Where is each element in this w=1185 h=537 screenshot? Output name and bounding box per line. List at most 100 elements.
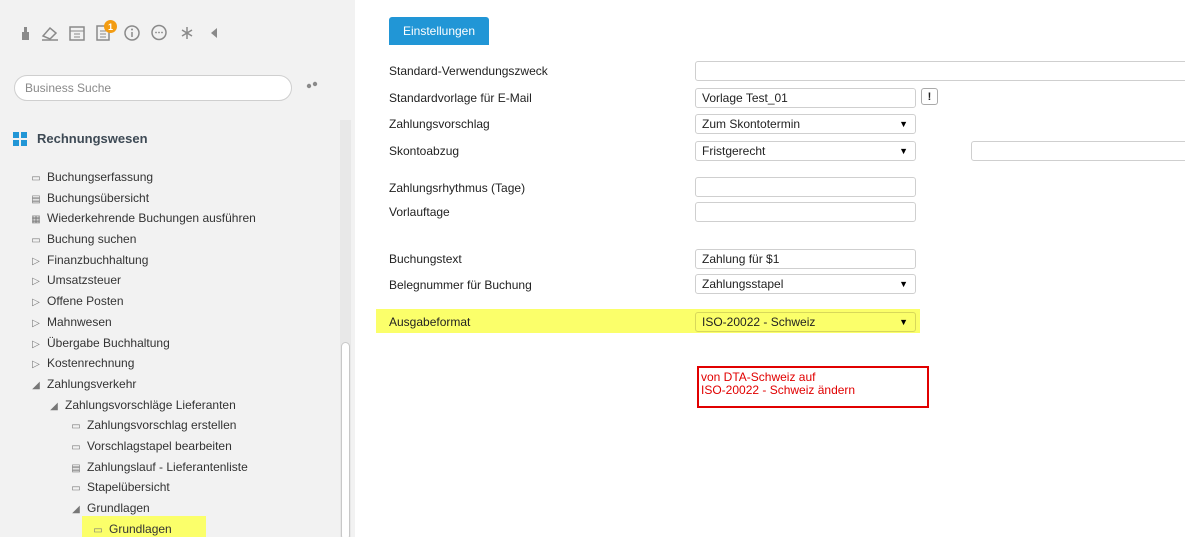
sidebar-item[interactable]: ▭ Buchung suchen xyxy=(0,229,340,250)
expand-icon: ▷ xyxy=(32,255,40,267)
collapse-icon[interactable] xyxy=(203,22,225,44)
label-skontoabzug: Skontoabzug xyxy=(389,144,460,158)
window-icon: ▭ xyxy=(31,235,41,247)
sidebar-item[interactable]: ◢ Zahlungsverkehr xyxy=(0,374,340,395)
sidebar-item-label: Finanzbuchhaltung xyxy=(47,252,149,267)
sidebar-item[interactable]: ▭ Stapelübersicht xyxy=(0,477,340,498)
sidebar-item[interactable]: ▷ Kostenrechnung xyxy=(0,353,340,374)
expand-icon: ▷ xyxy=(32,276,40,288)
belegnummer-select[interactable]: Zahlungsstapel ▼ xyxy=(695,274,916,294)
sidebar-item[interactable]: ▦ Wiederkehrende Buchungen ausführen xyxy=(0,208,340,229)
tab-label: Einstellungen xyxy=(402,24,476,38)
asterisk-icon[interactable] xyxy=(176,22,198,44)
chat-icon[interactable] xyxy=(148,22,170,44)
expand-icon: ▷ xyxy=(32,359,40,371)
tab-einstellungen[interactable]: Einstellungen xyxy=(389,17,489,45)
vorlauftage-field[interactable] xyxy=(695,202,916,222)
search-options-icon[interactable] xyxy=(305,80,319,90)
skontoabzug-value: Fristgerecht xyxy=(702,144,766,158)
sidebar-item[interactable]: ▭ Grundlagen xyxy=(0,519,340,537)
zahlungsvorschlag-value: Zum Skontotermin xyxy=(702,117,801,131)
calendar-icon[interactable] xyxy=(66,22,88,44)
label-vorlage-email: Standardvorlage für E-Mail xyxy=(389,91,532,105)
annotation-note: von DTA-Schweiz auf ISO-20022 - Schweiz … xyxy=(697,366,929,408)
label-ausgabeformat: Ausgabeformat xyxy=(389,315,471,329)
collapse-triangle-icon: ◢ xyxy=(72,504,80,515)
rhythmus-field[interactable] xyxy=(695,177,916,197)
window-icon: ▭ xyxy=(71,483,81,495)
search-wrapper xyxy=(14,75,292,101)
window-icon: ▭ xyxy=(31,173,41,184)
annotation-line-2: ISO-20022 - Schweiz ändern xyxy=(701,383,856,397)
sidebar-item[interactable]: ◢ Zahlungsvorschläge Lieferanten xyxy=(0,395,340,416)
tasks-icon[interactable]: 1 xyxy=(93,20,117,44)
sidebar-item[interactable]: ▷ Übergabe Buchhaltung xyxy=(0,333,340,354)
sidebar-item-label: Zahlungsverkehr xyxy=(47,376,137,391)
thumb-icon[interactable] xyxy=(15,22,37,44)
zahlungsvorschlag-select[interactable]: Zum Skontotermin ▼ xyxy=(695,114,916,134)
info-icon[interactable] xyxy=(121,22,143,44)
sidebar-item[interactable]: ▷ Umsatzsteuer xyxy=(0,270,340,291)
sidebar-item[interactable]: ▤ Zahlungslauf - Lieferantenliste xyxy=(0,457,340,478)
notification-badge: 1 xyxy=(104,20,117,33)
sidebar-item[interactable]: ▷ Finanzbuchhaltung xyxy=(0,250,340,271)
section-header[interactable]: Rechnungswesen xyxy=(13,131,148,146)
sidebar-item-label: Offene Posten xyxy=(47,294,124,309)
window-icon: ▭ xyxy=(71,421,81,433)
expand-icon: ▷ xyxy=(32,317,40,329)
sidebar-item[interactable]: ◢ Grundlagen xyxy=(0,498,340,519)
expand-icon: ▷ xyxy=(32,297,40,309)
print-icon: ▤ xyxy=(71,462,81,474)
sidebar-item[interactable]: ▭ Buchungserfassung xyxy=(0,167,340,188)
sidebar-item[interactable]: ▭ Zahlungsvorschlag erstellen xyxy=(0,415,340,436)
business-search-input[interactable] xyxy=(14,75,292,101)
print-icon: ▤ xyxy=(31,193,41,205)
vorlage-email-field[interactable]: Vorlage Test_01 xyxy=(695,88,916,108)
ausgabeformat-select[interactable]: ISO-20022 - Schweiz ▼ xyxy=(695,312,916,332)
sidebar-item-label: Zahlungsvorschlag erstellen xyxy=(87,418,237,433)
chevron-down-icon: ▼ xyxy=(899,146,908,156)
scrollbar-thumb[interactable] xyxy=(341,342,350,537)
info-button[interactable]: ! xyxy=(921,88,938,105)
window-icon: ▭ xyxy=(93,524,103,536)
label-verwendungszweck: Standard-Verwendungszweck xyxy=(389,64,548,78)
ausgabeformat-value: ISO-20022 - Schweiz xyxy=(702,315,816,329)
grid-icon xyxy=(13,131,27,146)
sidebar-item-label: Kostenrechnung xyxy=(47,356,135,371)
sidebar-item-label: Mahnwesen xyxy=(47,314,112,329)
sidebar-item[interactable]: ▷ Offene Posten xyxy=(0,291,340,312)
collapse-triangle-icon: ◢ xyxy=(32,379,40,391)
label-zahlungsvorschlag: Zahlungsvorschlag xyxy=(389,117,490,131)
sidebar-item-label: Grundlagen xyxy=(87,501,150,515)
collapse-triangle-icon: ◢ xyxy=(50,400,58,412)
eraser-icon[interactable] xyxy=(39,22,61,44)
skonto-extra-field[interactable] xyxy=(971,141,1185,161)
sidebar-item-label: Buchung suchen xyxy=(47,232,137,247)
label-vorlauftage: Vorlauftage xyxy=(389,205,450,219)
section-title: Rechnungswesen xyxy=(37,131,148,146)
sidebar-item[interactable]: ▭ Vorschlagstapel bearbeiten xyxy=(0,436,340,457)
chevron-down-icon: ▼ xyxy=(899,317,908,327)
verwendungszweck-field[interactable] xyxy=(695,61,1185,81)
sidebar-item-label: Vorschlagstapel bearbeiten xyxy=(87,438,232,453)
sidebar-item[interactable]: ▤ Buchungsübersicht xyxy=(0,188,340,209)
label-belegnummer: Belegnummer für Buchung xyxy=(389,278,532,292)
sidebar-item-label: Zahlungsvorschläge Lieferanten xyxy=(65,397,236,412)
sidebar-item-label: Stapelübersicht xyxy=(87,480,170,495)
doc-icon: ▦ xyxy=(31,214,41,226)
sidebar-item-label: Grundlagen xyxy=(109,521,172,536)
sidebar-item[interactable]: ▷ Mahnwesen xyxy=(0,312,340,333)
buchungstext-field[interactable]: Zahlung für $1 xyxy=(695,249,916,269)
window-icon: ▭ xyxy=(71,441,81,453)
sidebar-item-label: Wiederkehrende Buchungen ausführen xyxy=(47,211,256,226)
skontoabzug-select[interactable]: Fristgerecht ▼ xyxy=(695,141,916,161)
sidebar-item-label: Übergabe Buchhaltung xyxy=(47,335,170,350)
belegnummer-value: Zahlungsstapel xyxy=(702,277,784,291)
label-rhythmus: Zahlungsrhythmus (Tage) xyxy=(389,181,526,195)
expand-icon: ▷ xyxy=(32,338,40,350)
sidebar-nav: ▭ Buchungserfassung ▤ Buchungsübersicht ▦ Wie… xyxy=(0,167,340,537)
chevron-down-icon: ▼ xyxy=(899,279,908,289)
sidebar-item-label: Umsatzsteuer xyxy=(47,273,122,288)
sidebar: 1 Rechnungswesen ▭ Buchungserfassung ▤ Buch… xyxy=(0,0,355,537)
sidebar-item-label: Zahlungslauf - Lieferantenliste xyxy=(87,459,248,474)
